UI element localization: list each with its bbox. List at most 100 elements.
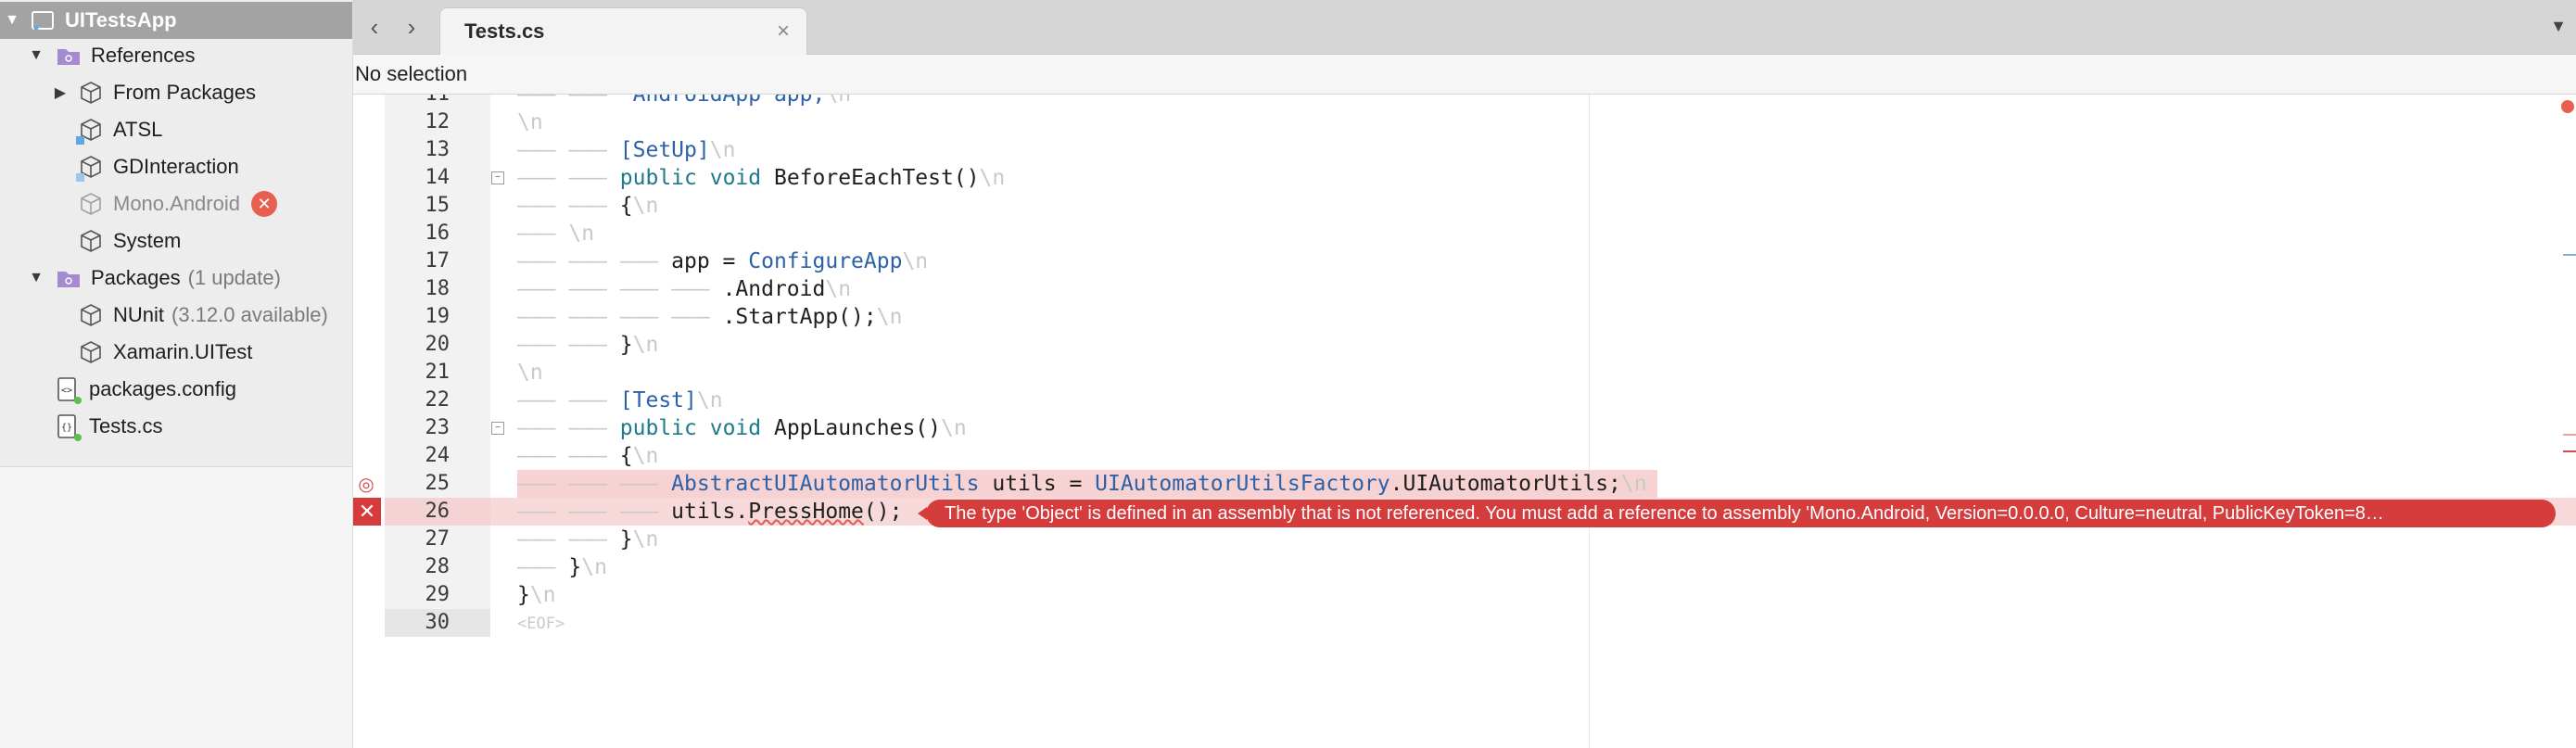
newline-marker: \n [709, 138, 736, 162]
package-item-xamarin-uitest[interactable]: Xamarin.UITest [0, 334, 352, 371]
newline-marker: \n [632, 527, 659, 551]
code-line[interactable]: 23 − ——— ——— public void AppLaunches()\n [353, 414, 2576, 442]
code-text: ——— ——— }\n [517, 527, 659, 551]
error-badge-icon[interactable]: ✕ [250, 191, 277, 217]
warning-marker-icon[interactable]: ◎ [355, 473, 377, 495]
code-text: ——— ——— {\n [517, 444, 659, 468]
reference-item-gdinteraction[interactable]: GDInteraction [0, 148, 352, 185]
tab-tests-cs[interactable]: Tests.cs × [439, 7, 807, 55]
folder-icon [56, 265, 82, 291]
document-tab-bar: ‹ › Tests.cs × ▼ [353, 0, 2576, 55]
code-token: void [709, 166, 762, 190]
ruler-mark-error[interactable] [2563, 450, 2576, 452]
expand-arrow-icon[interactable]: ▼ [28, 47, 44, 64]
code-text: <EOF> [517, 615, 565, 633]
assembly-icon [76, 154, 104, 182]
packages-folder[interactable]: ▼ Packages (1 update) [0, 260, 352, 297]
newline-marker: \n [825, 277, 852, 301]
line-number: 15 [425, 194, 450, 217]
newline-marker: \n [517, 361, 543, 385]
navigate-forward-button[interactable]: › [398, 13, 425, 41]
fold-toggle-icon[interactable]: − [491, 422, 504, 435]
code-line[interactable]: 29 }\n [353, 581, 2576, 609]
expand-arrow-icon[interactable]: ▼ [28, 270, 44, 286]
line-number: 20 [425, 333, 450, 356]
collapse-arrow-icon[interactable]: ▶ [52, 84, 69, 101]
solution-pad: ▼ UITestsApp ▼ References ▶ From Package… [0, 0, 353, 748]
code-text: ——— }\n [517, 555, 607, 579]
code-text: ——— ——— ——— AbstractUIAutomatorUtils uti… [517, 472, 1647, 496]
code-line[interactable]: 13 ——— ——— [SetUp]\n [353, 136, 2576, 164]
code-text: ——— ——— ——— utils.PressHome(); [517, 500, 903, 524]
expand-arrow-icon[interactable]: ▼ [4, 12, 20, 29]
overview-ruler[interactable] [2559, 95, 2576, 748]
fold-toggle-icon[interactable]: − [491, 171, 504, 184]
file-item-tests-cs[interactable]: {} Tests.cs [0, 408, 352, 445]
code-line-current[interactable]: 30 <EOF> [353, 609, 2576, 637]
navigate-back-button[interactable]: ‹ [361, 13, 388, 41]
file-item-packages-config[interactable]: <> packages.config [0, 371, 352, 408]
code-line[interactable]: 24 ——— ——— {\n [353, 442, 2576, 470]
newline-marker: \n [825, 95, 852, 107]
from-packages-folder[interactable]: ▶ From Packages [0, 74, 352, 111]
code-token: BeforeEachTest() [773, 166, 980, 190]
project-name: UITestsApp [65, 8, 177, 32]
assembly-icon [78, 80, 104, 106]
code-line[interactable]: 17 ——— ——— ——— app = ConfigureApp\n [353, 247, 2576, 275]
newline-marker: \n [1620, 472, 1647, 496]
project-icon [30, 7, 56, 33]
code-token: } [619, 527, 633, 551]
package-item-nunit[interactable]: NUnit (3.12.0 available) [0, 297, 352, 334]
line-number: 25 [425, 472, 450, 495]
code-line[interactable]: 27 ——— ——— }\n [353, 526, 2576, 553]
reference-item-mono-android[interactable]: Mono.Android ✕ [0, 185, 352, 222]
code-text: }\n [517, 583, 556, 607]
ruler-mark-warning[interactable] [2563, 434, 2576, 436]
error-message-bubble[interactable]: The type 'Object' is defined in an assem… [926, 500, 2556, 527]
code-line[interactable]: 12 \n [353, 108, 2576, 136]
error-summary-icon[interactable] [2561, 100, 2574, 113]
line-number: 14 [425, 166, 450, 189]
code-token: utils = [979, 472, 1096, 496]
newline-marker: \n [568, 222, 595, 246]
project-row-uitestsapp[interactable]: ▼ UITestsApp [0, 2, 352, 39]
line-number: 22 [425, 388, 450, 412]
code-line[interactable]: 19 ——— ——— ——— ——— .StartApp();\n [353, 303, 2576, 331]
code-line[interactable]: 15 ——— ——— {\n [353, 192, 2576, 220]
reference-item-atsl[interactable]: ATSL [0, 111, 352, 148]
code-text: ——— ——— [SetUp]\n [517, 138, 736, 162]
code-line[interactable]: 11 ——— ——— AndroidApp app;\n [353, 95, 2576, 108]
references-folder[interactable]: ▼ References [0, 37, 352, 74]
reference-label: ATSL [113, 118, 163, 141]
code-line[interactable]: 20 ——— ——— }\n [353, 331, 2576, 359]
file-label: Tests.cs [89, 414, 163, 437]
reference-item-system[interactable]: System [0, 222, 352, 260]
reference-label: GDInteraction [113, 155, 239, 178]
code-token: } [568, 555, 582, 579]
code-line-warning[interactable]: ◎ 25 ——— ——— ——— AbstractUIAutomatorUtil… [353, 470, 2576, 498]
package-label: NUnit [113, 303, 165, 326]
code-text: ——— ——— public void BeforeEachTest()\n [517, 166, 1006, 190]
code-line[interactable]: 14 − ——— ——— public void BeforeEachTest(… [353, 164, 2576, 192]
code-text: ——— ——— ——— app = ConfigureApp\n [517, 249, 929, 273]
breadcrumb-text[interactable]: No selection [355, 62, 467, 86]
code-token: } [517, 583, 530, 607]
line-number: 12 [425, 110, 450, 133]
code-line[interactable]: 18 ——— ——— ——— ——— .Android\n [353, 275, 2576, 303]
ruler-mark-caret[interactable] [2563, 254, 2576, 256]
newline-marker: \n [632, 194, 659, 218]
close-tab-icon[interactable]: × [769, 18, 797, 45]
code-text: ——— ——— ——— ——— .Android\n [517, 277, 852, 301]
tab-overflow-chevron-icon[interactable]: ▼ [2550, 17, 2567, 36]
code-line[interactable]: 28 ——— }\n [353, 553, 2576, 581]
code-token: [Test] [619, 388, 697, 412]
package-label: Xamarin.UITest [113, 340, 253, 363]
code-text: ——— ——— public void AppLaunches()\n [517, 416, 967, 440]
code-line[interactable]: 21 \n [353, 359, 2576, 387]
code-line[interactable]: 16 ——— \n [353, 220, 2576, 247]
code-editor[interactable]: 11 ——— ——— AndroidApp app;\n 12 \n 13 ——… [353, 95, 2576, 748]
code-line[interactable]: 22 ——— ——— [Test]\n [353, 387, 2576, 414]
line-number: 23 [425, 416, 450, 439]
error-marker-icon[interactable]: ✕ [353, 498, 381, 526]
newline-marker: \n [902, 249, 929, 273]
